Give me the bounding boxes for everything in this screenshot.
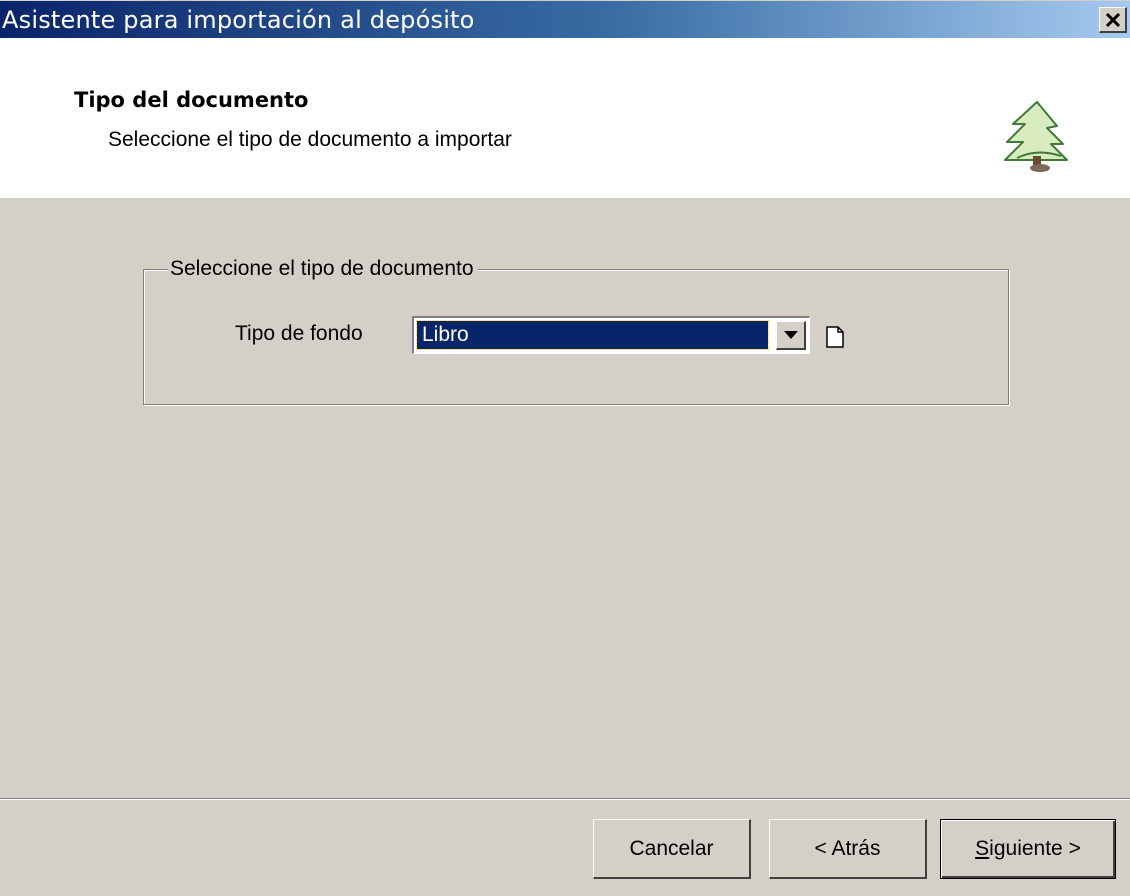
title-bar[interactable]: Asistente para importación al depósito xyxy=(0,0,1130,38)
next-mnemonic: S xyxy=(975,837,990,860)
page-subtitle: Seleccione el tipo de documento a import… xyxy=(108,128,512,151)
tipo-de-fondo-label: Tipo de fondo xyxy=(235,322,363,345)
next-button[interactable]: Siguiente > xyxy=(940,819,1116,879)
chevron-down-icon xyxy=(783,331,798,339)
back-button[interactable]: < Atrás xyxy=(769,819,927,879)
footer-divider-highlight xyxy=(0,799,1130,800)
tree-icon xyxy=(1004,101,1068,172)
selected-value: Libro xyxy=(416,320,769,350)
close-button[interactable] xyxy=(1099,7,1127,33)
close-icon xyxy=(1105,12,1120,27)
tipo-de-fondo-select[interactable]: Libro xyxy=(412,316,810,354)
header-divider xyxy=(0,197,1130,198)
group-legend: Seleccione el tipo de documento xyxy=(168,257,478,281)
dropdown-button[interactable] xyxy=(776,321,806,350)
page-title: Tipo del documento xyxy=(74,88,309,112)
cancel-button[interactable]: Cancelar xyxy=(593,819,751,879)
wizard-header: Tipo del documento Seleccione el tipo de… xyxy=(0,38,1130,198)
next-label: iguiente > xyxy=(989,837,1081,860)
window-title: Asistente para importación al depósito xyxy=(2,6,475,34)
new-document-icon[interactable] xyxy=(825,326,845,348)
